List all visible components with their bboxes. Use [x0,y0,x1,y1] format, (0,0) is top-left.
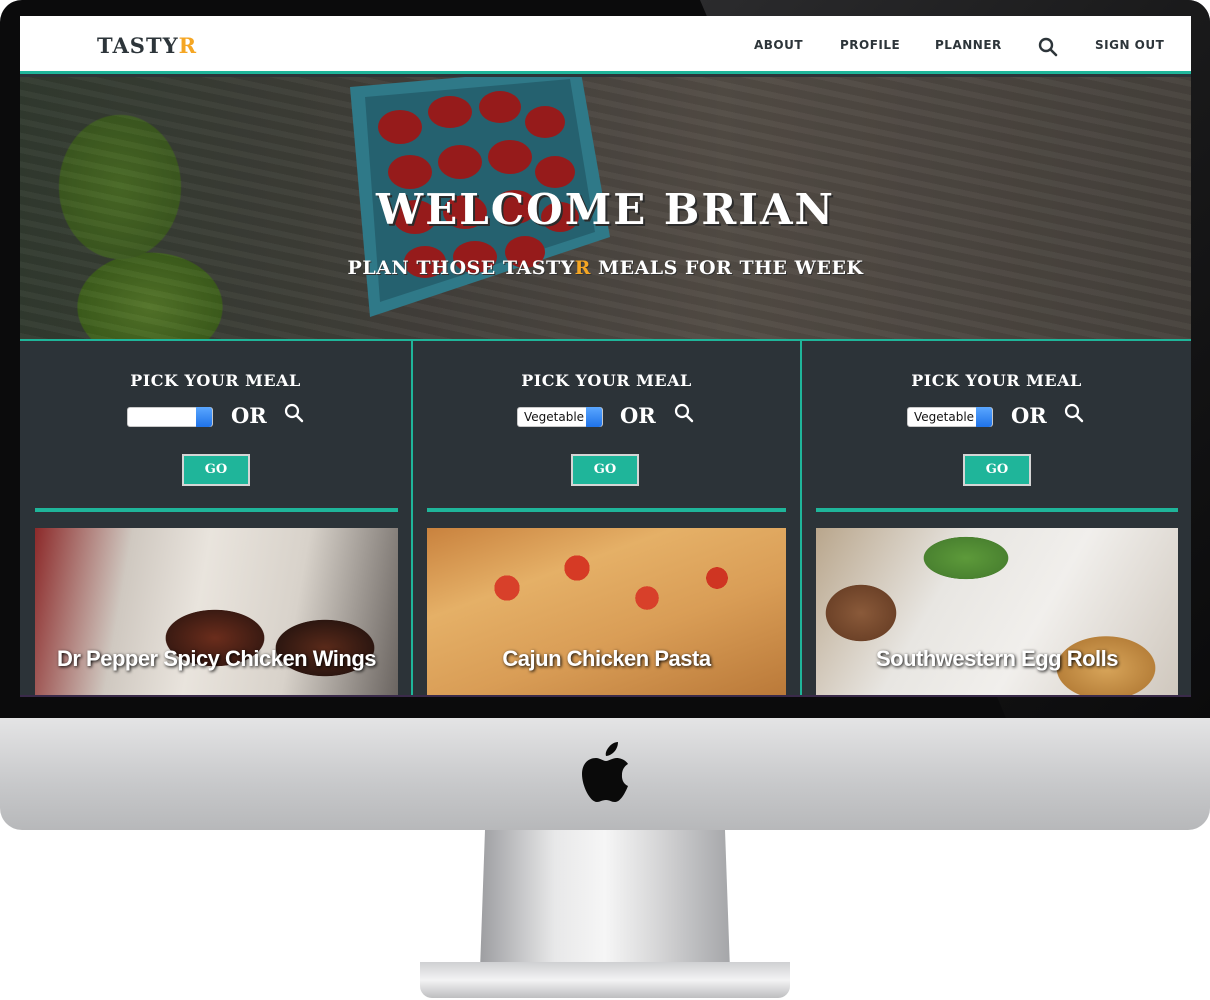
select-value: Vegetable [524,410,585,424]
logo-accent: R [178,33,198,58]
search-icon[interactable] [1038,37,1058,57]
go-button[interactable]: GO [571,454,639,486]
meal-type-select[interactable]: Vegetable [907,407,993,427]
welcome-heading: WELCOME BRIAN [376,185,835,234]
nav-sign-out-link[interactable]: SIGN OUT [1095,38,1164,52]
meal-title: Dr Pepper Spicy Chicken Wings [56,646,377,671]
imac-frame: TASTYR ABOUT PROFILE PLANNER SIGN OUT WE… [0,0,1210,1000]
monitor-stand-foot [420,962,790,998]
select-arrows-icon [586,407,602,427]
monitor-stand-neck [480,830,730,970]
or-label: OR [231,403,267,428]
search-icon[interactable] [674,403,694,423]
or-label: OR [1011,403,1047,428]
meal-card[interactable]: Dr Pepper Spicy Chicken Wings [35,528,398,697]
nav-about-link[interactable]: ABOUT [754,38,803,52]
meal-card[interactable]: Cajun Chicken Pasta [427,528,786,697]
screen: TASTYR ABOUT PROFILE PLANNER SIGN OUT WE… [20,16,1191,697]
apple-logo-icon [582,742,628,802]
go-button[interactable]: GO [963,454,1031,486]
meal-card[interactable]: Southwestern Egg Rolls [816,528,1178,697]
select-arrows-icon [976,407,992,427]
meal-column-1: PICK YOUR MEAL OR GO Dr Pepper Spicy Chi… [20,341,413,697]
search-icon[interactable] [284,403,304,423]
meal-type-select[interactable] [127,407,213,427]
meal-column-2: PICK YOUR MEAL Vegetable OR GO Cajun Chi… [413,341,802,697]
meal-title: Southwestern Egg Rolls [875,646,1119,671]
column-divider [427,508,786,512]
meal-type-select[interactable]: Vegetable [517,407,603,427]
search-icon[interactable] [1064,403,1084,423]
top-navbar: TASTYR ABOUT PROFILE PLANNER SIGN OUT [20,16,1191,74]
hero-subtitle: PLAN THOSE TASTYR MEALS FOR THE WEEK [20,257,1191,279]
pick-meal-label: PICK YOUR MEAL [521,371,692,390]
site-logo[interactable]: TASTYR [97,33,197,58]
select-value: Vegetable [914,410,975,424]
hero-banner: WELCOME BRIAN PLAN THOSE TASTYR MEALS FO… [20,77,1191,339]
pick-meal-label: PICK YOUR MEAL [911,371,1082,390]
subtitle-accent: R [574,257,591,279]
meal-title: Cajun Chicken Pasta [502,646,711,671]
subtitle-text-end: MEALS FOR THE WEEK [590,257,864,279]
or-label: OR [620,403,656,428]
meal-column-3: PICK YOUR MEAL Vegetable OR GO Southwest… [802,341,1191,697]
pick-meal-label: PICK YOUR MEAL [130,371,301,390]
nav-planner-link[interactable]: PLANNER [935,38,1002,52]
logo-text: TASTY [97,33,179,58]
screen-bottom-edge [20,695,1191,697]
nav-profile-link[interactable]: PROFILE [840,38,900,52]
subtitle-text: PLAN THOSE TASTY [347,257,575,279]
go-button[interactable]: GO [182,454,250,486]
column-divider [816,508,1178,512]
column-divider [35,508,398,512]
select-arrows-icon [196,407,212,427]
meal-columns: PICK YOUR MEAL OR GO Dr Pepper Spicy Chi… [20,339,1191,697]
